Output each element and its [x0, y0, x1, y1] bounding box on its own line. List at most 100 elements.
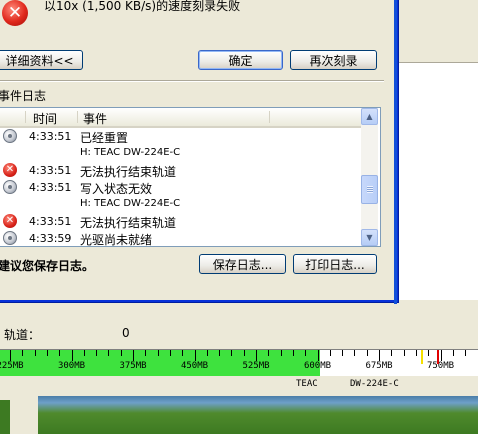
- drive-vendor: TEAC: [296, 379, 318, 389]
- log-row[interactable]: 4:33:51 已经重置: [0, 128, 361, 145]
- ruler-minor-tick: [182, 350, 184, 356]
- ruler-minor-tick: [206, 350, 208, 356]
- log-event: 写入状态无效: [80, 182, 153, 196]
- log-drive-detail: H: TEAC DW-224E-C: [80, 147, 181, 158]
- event-log-rows: 4:33:51 已经重置 H: TEAC DW-224E-C ✕ 4:33:51…: [0, 128, 361, 247]
- ruler-minor-tick: [145, 350, 147, 356]
- section-divider: [0, 80, 384, 82]
- column-header-event[interactable]: 事件: [83, 110, 107, 127]
- column-separator[interactable]: [269, 111, 270, 123]
- log-row-detail[interactable]: H: TEAC DW-224E-C: [0, 196, 361, 213]
- ruler-tick: [71, 350, 73, 361]
- ruler-minor-tick: [342, 350, 344, 356]
- error-icon: ✕: [3, 163, 17, 177]
- save-log-hint: 建议您保存日志。: [0, 259, 95, 273]
- capacity-fill: [0, 350, 320, 376]
- desktop-wallpaper: [38, 396, 478, 434]
- ruler-tick: [10, 350, 11, 361]
- log-drive-detail: H: TEAC DW-224E-C: [80, 198, 181, 209]
- ruler-tick-label: 750MB: [426, 361, 455, 371]
- ruler-minor-tick: [428, 350, 430, 356]
- drive-icon: [3, 180, 17, 194]
- ruler-tick-label: 450MB: [180, 361, 209, 371]
- ruler-tick-label: 675MB: [365, 361, 393, 371]
- scroll-down-arrow-icon[interactable]: ▼: [361, 229, 378, 246]
- ruler-minor-tick: [22, 350, 24, 356]
- event-log-header: 时间 事件: [0, 108, 361, 128]
- dialog-frame-edge: [394, 0, 397, 304]
- ruler-minor-tick: [96, 350, 98, 356]
- error-message: 以10x (1,500 KB/s)的速度刻录失败: [44, 0, 241, 13]
- ruler-minor-tick: [34, 350, 36, 356]
- column-header-time[interactable]: 时间: [33, 110, 57, 127]
- log-time: 4:33:51: [29, 130, 72, 143]
- scrollbar-thumb[interactable]: [361, 175, 378, 204]
- ruler-minor-tick: [403, 350, 405, 356]
- log-row[interactable]: ✕ 4:33:51 无法执行结束轨道: [0, 162, 361, 179]
- ruler-minor-tick: [243, 350, 245, 356]
- log-event: 无法执行结束轨道: [80, 165, 177, 179]
- ruler-minor-tick: [268, 350, 270, 356]
- ruler-minor-tick: [465, 350, 467, 356]
- ruler-tick-label: 375MB: [119, 361, 147, 371]
- drive-icon: [3, 129, 17, 143]
- column-separator[interactable]: [77, 111, 78, 123]
- ok-button[interactable]: 确定: [198, 50, 283, 70]
- ruler-minor-tick: [391, 350, 393, 356]
- capacity-warning-marker: [421, 350, 423, 364]
- log-row-detail[interactable]: H: TEAC DW-224E-C: [0, 145, 361, 162]
- ruler-minor-tick: [219, 350, 221, 356]
- drive-model: DW-224E-C: [350, 379, 399, 389]
- capacity-ruler: 225MB 300MB 375MB 450MB 525MB 600MB 675MB 750MB: [0, 349, 478, 377]
- log-time: 4:33:51: [29, 181, 72, 194]
- event-log-list[interactable]: 时间 事件 4:33:51 已经重置 H: TEAC DW-224E-C ✕ 4…: [0, 107, 381, 247]
- ruler-minor-tick: [452, 350, 454, 356]
- column-separator[interactable]: [25, 111, 26, 123]
- details-toggle-button[interactable]: 详细资料<<: [0, 50, 83, 70]
- log-row[interactable]: ✕ 4:33:51 无法执行结束轨道: [0, 213, 361, 230]
- ruler-tick: [256, 350, 257, 361]
- ruler-minor-tick: [280, 350, 282, 356]
- ruler-tick-label: 300MB: [57, 361, 86, 371]
- drive-icon: [3, 231, 17, 245]
- track-label: 轨道：: [4, 328, 41, 342]
- log-time: 4:33:51: [29, 164, 72, 177]
- ruler-tick: [379, 350, 380, 361]
- background-window-area: [395, 0, 478, 38]
- ruler-minor-tick: [366, 350, 368, 356]
- ruler-minor-tick: [305, 350, 307, 356]
- ruler-minor-tick: [120, 350, 122, 356]
- ruler-minor-tick: [354, 350, 356, 356]
- ruler-minor-tick: [46, 350, 48, 356]
- error-icon: ✕: [2, 0, 28, 26]
- background-file-panel: [397, 38, 478, 300]
- retry-burn-button[interactable]: 再次刻录: [290, 50, 377, 70]
- ruler-minor-tick: [157, 350, 159, 356]
- capacity-limit-marker: [437, 350, 439, 364]
- burn-failed-dialog: ✕ 以10x (1,500 KB/s)的速度刻录失败 详细资料<< 确定 再次刻…: [0, 0, 398, 302]
- ruler-tick-label: 525MB: [242, 361, 270, 371]
- log-row[interactable]: 4:33:59 光驱尚未就绪: [0, 230, 361, 247]
- log-event: 无法执行结束轨道: [80, 216, 177, 230]
- ruler-tick: [133, 350, 134, 361]
- ruler-minor-tick: [169, 350, 171, 356]
- log-time: 4:33:51: [29, 215, 72, 228]
- drive-status-bar: [0, 376, 478, 394]
- log-row[interactable]: 4:33:51 写入状态无效: [0, 179, 361, 196]
- ruler-minor-tick: [415, 350, 417, 356]
- ruler-minor-tick: [59, 350, 61, 356]
- ruler-tick: [317, 350, 319, 361]
- ruler-tick-label: 600MB: [303, 361, 332, 371]
- track-value: 0: [122, 326, 130, 340]
- scroll-up-arrow-icon[interactable]: ▲: [361, 108, 378, 125]
- log-scrollbar[interactable]: ▲ ▼: [361, 108, 378, 246]
- log-time: 4:33:59: [29, 232, 72, 245]
- ruler-minor-tick: [108, 350, 110, 356]
- scrollbar-grip: [367, 186, 373, 193]
- log-event: 光驱尚未就绪: [80, 233, 153, 247]
- ruler-minor-tick: [83, 350, 85, 356]
- wallpaper-strip: [0, 400, 10, 434]
- print-log-button[interactable]: 打印日志...: [293, 254, 377, 274]
- error-icon: ✕: [3, 214, 17, 228]
- save-log-button[interactable]: 保存日志...: [199, 254, 286, 274]
